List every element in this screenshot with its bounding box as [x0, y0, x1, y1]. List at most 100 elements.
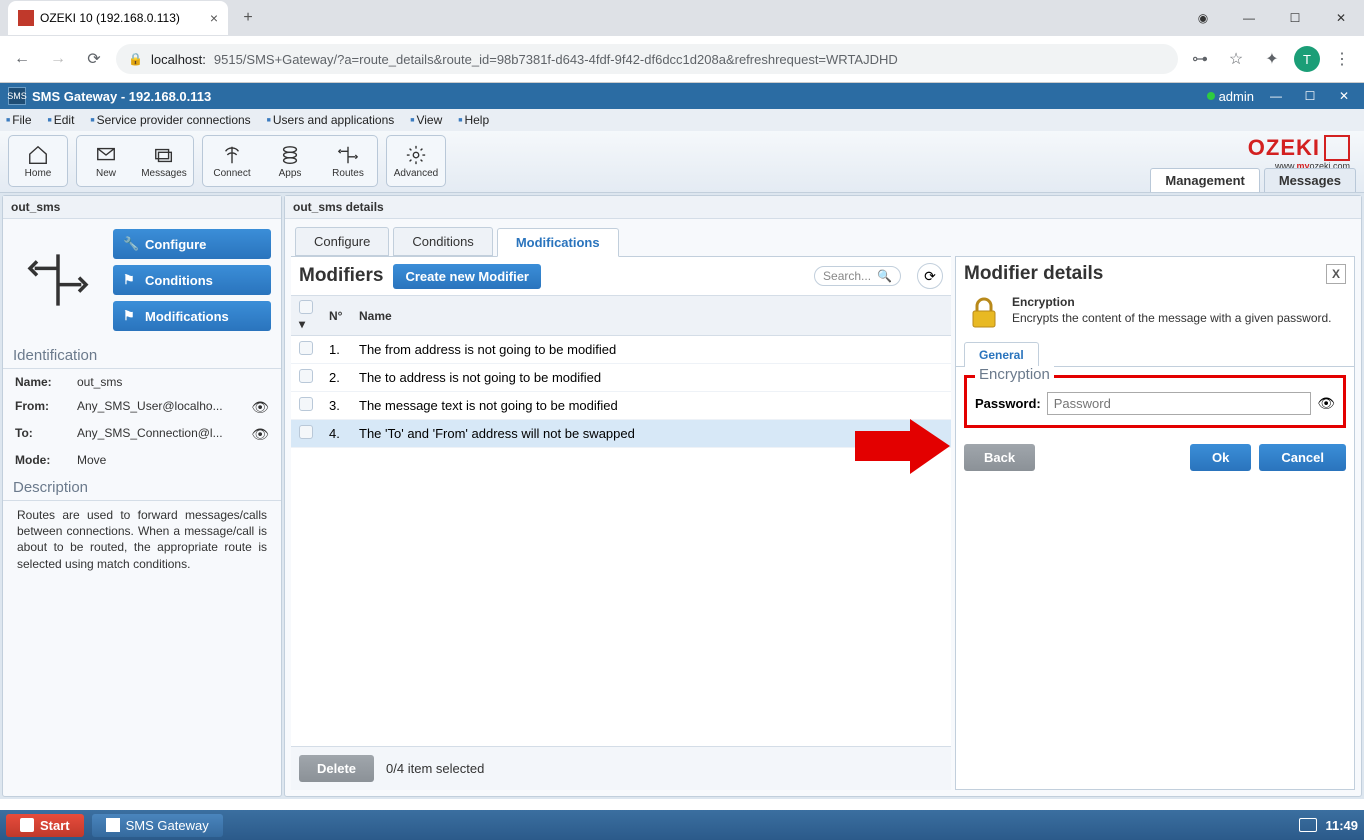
extensions-icon[interactable]: ✦ — [1258, 45, 1286, 73]
form-legend: Encryption — [975, 366, 1054, 383]
apps-button[interactable]: Apps — [263, 138, 317, 184]
start-button[interactable]: Start — [6, 814, 84, 837]
description-heading: Description — [3, 473, 281, 501]
lock-icon — [966, 295, 1002, 331]
modifier-table: ▾ N° Name 1.The from address is not goin… — [291, 295, 951, 448]
star-icon[interactable]: ☆ — [1222, 45, 1250, 73]
detail-name: Encryption — [1012, 295, 1075, 309]
right-panel: out_sms details Configure Conditions Mod… — [284, 195, 1362, 797]
app-title: SMS Gateway - 192.168.0.113 — [32, 89, 211, 104]
configure-button[interactable]: 🔧Configure — [113, 229, 271, 259]
messages-button[interactable]: Messages — [137, 138, 191, 184]
search-icon: 🔍 — [877, 269, 892, 283]
close-detail-button[interactable]: X — [1326, 264, 1346, 284]
address-bar[interactable]: 🔒 localhost: 9515/SMS+Gateway/?a=route_de… — [116, 44, 1178, 74]
url-host: localhost: — [151, 52, 206, 67]
menubar: File Edit Service provider connections U… — [0, 109, 1364, 131]
app-icon: SMS — [8, 87, 26, 105]
ok-button[interactable]: Ok — [1190, 444, 1251, 471]
table-row[interactable]: 3.The message text is not going to be mo… — [291, 392, 951, 420]
conditions-button[interactable]: ⚑Conditions — [113, 265, 271, 295]
left-panel-title: out_sms — [3, 196, 281, 219]
new-tab-button[interactable]: + — [234, 4, 262, 32]
modifications-button[interactable]: ⚑Modifications — [113, 301, 271, 331]
profile-avatar[interactable]: T — [1294, 46, 1320, 72]
lock-icon: 🔒 — [128, 52, 143, 66]
menu-help[interactable]: Help — [458, 113, 489, 127]
row-checkbox[interactable] — [299, 369, 313, 383]
modifier-list-pane: Modifiers Create new Modifier Search... … — [291, 256, 951, 790]
minimize-button[interactable]: — — [1226, 2, 1272, 34]
menu-file[interactable]: File — [6, 113, 32, 127]
forward-button[interactable]: → — [44, 45, 72, 73]
search-input[interactable]: Search... 🔍 — [814, 266, 901, 286]
app-minimize-button[interactable]: — — [1264, 87, 1288, 105]
reload-button[interactable]: ⟳ — [80, 45, 108, 73]
modifiers-heading: Modifiers — [299, 265, 383, 287]
url-path: 9515/SMS+Gateway/?a=route_details&route_… — [214, 52, 898, 67]
advanced-button[interactable]: Advanced — [389, 138, 443, 184]
delete-button[interactable]: Delete — [299, 755, 374, 782]
connect-button[interactable]: Connect — [205, 138, 259, 184]
identification-table: Name:out_sms From:Any_SMS_User@localho..… — [3, 369, 281, 473]
table-row[interactable]: 2.The to address is not going to be modi… — [291, 364, 951, 392]
eye-icon[interactable]: 👁 — [241, 395, 279, 420]
menu-edit[interactable]: Edit — [48, 113, 75, 127]
menu-users[interactable]: Users and applications — [267, 113, 395, 127]
tab-modifications[interactable]: Modifications — [497, 228, 619, 257]
tab-title: OZEKI 10 (192.168.0.113) — [40, 11, 180, 25]
tab-conditions[interactable]: Conditions — [393, 227, 492, 256]
cancel-button[interactable]: Cancel — [1259, 444, 1346, 471]
table-row[interactable]: 4.The 'To' and 'From' address will not b… — [291, 420, 951, 448]
browser-tab[interactable]: OZEKI 10 (192.168.0.113) × — [8, 1, 228, 35]
incognito-icon: ◉ — [1180, 2, 1226, 34]
selection-count: 0/4 item selected — [386, 761, 484, 776]
menu-service-provider[interactable]: Service provider connections — [90, 113, 250, 127]
table-row[interactable]: 1.The from address is not going to be mo… — [291, 336, 951, 364]
right-panel-title: out_sms details — [285, 196, 1361, 219]
home-button[interactable]: Home — [11, 138, 65, 184]
refresh-button[interactable]: ⟳ — [917, 263, 943, 289]
encryption-form: Encryption Password: 👁 — [964, 375, 1346, 428]
sub-tab-general[interactable]: General — [964, 342, 1039, 367]
key-icon[interactable]: ⊶ — [1186, 45, 1214, 73]
browser-titlebar: OZEKI 10 (192.168.0.113) × + ◉ — ☐ ✕ — [0, 0, 1364, 36]
password-input[interactable] — [1047, 392, 1311, 415]
tab-messages[interactable]: Messages — [1264, 168, 1356, 192]
back-button[interactable]: ← — [8, 45, 36, 73]
tab-close-icon[interactable]: × — [210, 10, 218, 26]
create-modifier-button[interactable]: Create new Modifier — [393, 264, 541, 289]
routes-button[interactable]: Routes — [321, 138, 375, 184]
top-tabs: Management Messages — [1146, 168, 1356, 192]
eye-icon[interactable]: 👁 — [241, 422, 279, 447]
favicon-icon — [18, 10, 34, 26]
back-button[interactable]: Back — [964, 444, 1035, 471]
menu-icon[interactable]: ⋮ — [1328, 45, 1356, 73]
tab-configure[interactable]: Configure — [295, 227, 389, 256]
browser-toolbar: ← → ⟳ 🔒 localhost: 9515/SMS+Gateway/?a=ro… — [0, 36, 1364, 82]
window-controls: ◉ — ☐ ✕ — [1180, 2, 1364, 34]
logo: OZEKI www.myozeki.com — [1248, 135, 1356, 171]
status-dot-icon — [1207, 92, 1215, 100]
keyboard-icon[interactable] — [1299, 818, 1317, 832]
app-maximize-button[interactable]: ☐ — [1298, 87, 1322, 105]
browser-chrome: OZEKI 10 (192.168.0.113) × + ◉ — ☐ ✕ ← →… — [0, 0, 1364, 83]
user-name[interactable]: admin — [1219, 89, 1254, 104]
detail-title: Modifier details — [964, 263, 1103, 285]
new-button[interactable]: New — [79, 138, 133, 184]
maximize-button[interactable]: ☐ — [1272, 2, 1318, 34]
tab-management[interactable]: Management — [1150, 168, 1259, 192]
close-window-button[interactable]: ✕ — [1318, 2, 1364, 34]
show-password-icon[interactable]: 👁 — [1317, 395, 1335, 412]
main-area: out_sms 🔧Configure ⚑Conditions ⚑Modifica… — [0, 193, 1364, 799]
menu-view[interactable]: View — [410, 113, 442, 127]
row-checkbox[interactable] — [299, 425, 313, 439]
row-checkbox[interactable] — [299, 397, 313, 411]
left-panel: out_sms 🔧Configure ⚑Conditions ⚑Modifica… — [2, 195, 282, 797]
app-close-button[interactable]: ✕ — [1332, 87, 1356, 105]
select-all-checkbox[interactable] — [299, 300, 313, 314]
taskbar-app-button[interactable]: SMS Gateway — [92, 814, 223, 837]
row-checkbox[interactable] — [299, 341, 313, 355]
taskbar-clock: 11:49 — [1299, 818, 1358, 833]
password-label: Password: — [975, 396, 1041, 411]
